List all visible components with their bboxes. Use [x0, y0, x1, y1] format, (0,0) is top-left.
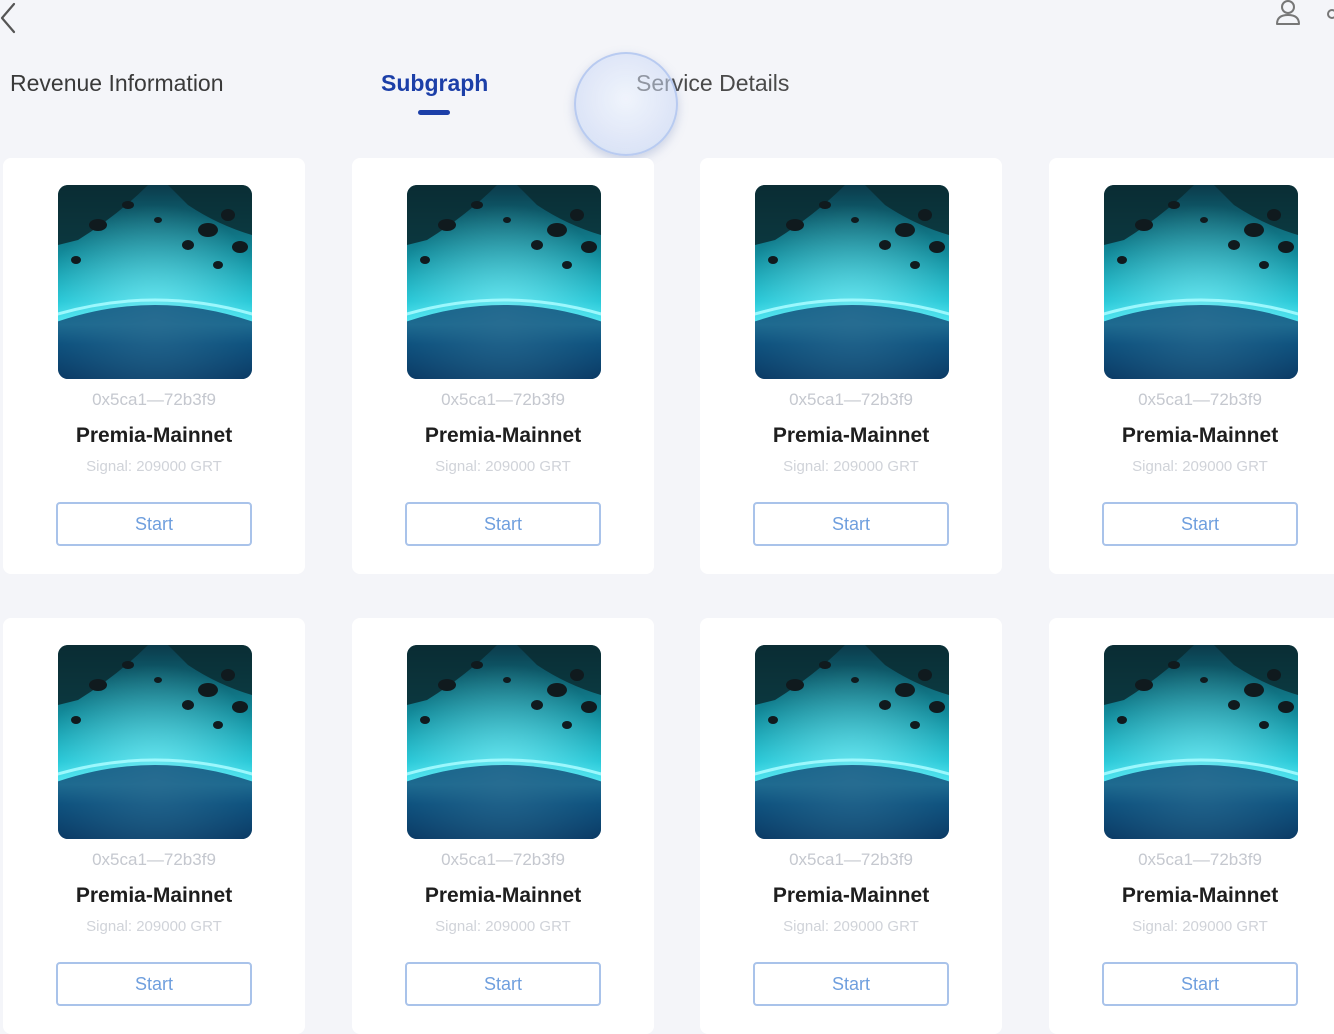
subgraph-thumbnail-image: [58, 645, 252, 839]
more-icon[interactable]: [1322, 2, 1334, 26]
subgraph-hash: 0x5ca1—72b3f9: [1138, 390, 1262, 409]
subgraph-thumbnail-image: [755, 645, 949, 839]
subgraph-thumbnail-image: [58, 185, 252, 379]
subgraph-signal: Signal: 209000 GRT: [435, 918, 571, 935]
subgraph-name: Premia-Mainnet: [75, 884, 233, 907]
start-button[interactable]: Start: [56, 502, 252, 546]
start-button[interactable]: Start: [56, 962, 252, 1006]
subgraph-thumbnail-image: [1104, 185, 1298, 379]
subgraph-thumbnail-image: [407, 185, 601, 379]
subgraph-hash: 0x5ca1—72b3f9: [789, 390, 913, 409]
subgraph-name: Premia-Mainnet: [772, 884, 930, 907]
start-button[interactable]: Start: [753, 502, 949, 546]
subgraph-thumbnail-image: [1104, 645, 1298, 839]
active-tab-indicator: [418, 110, 450, 115]
back-chevron-icon[interactable]: [0, 0, 24, 36]
subgraph-card: 0x5ca1—72b3f9 Premia-Mainnet Signal: 209…: [352, 618, 654, 1034]
subgraph-signal: Signal: 209000 GRT: [1132, 918, 1268, 935]
start-button[interactable]: Start: [1102, 502, 1298, 546]
tab-revenue-information[interactable]: Revenue Information: [10, 70, 224, 97]
user-icon[interactable]: [1272, 0, 1304, 28]
subgraph-signal: Signal: 209000 GRT: [783, 918, 919, 935]
subgraph-name: Premia-Mainnet: [424, 424, 582, 447]
subgraph-hash: 0x5ca1—72b3f9: [441, 390, 565, 409]
subgraph-signal: Signal: 209000 GRT: [783, 458, 919, 475]
subgraph-hash: 0x5ca1—72b3f9: [92, 850, 216, 869]
subgraph-card: 0x5ca1—72b3f9 Premia-Mainnet Signal: 209…: [700, 158, 1002, 574]
subgraph-hash: 0x5ca1—72b3f9: [1138, 850, 1262, 869]
subgraph-hash: 0x5ca1—72b3f9: [789, 850, 913, 869]
subgraph-card: 0x5ca1—72b3f9 Premia-Mainnet Signal: 209…: [1049, 158, 1334, 574]
subgraph-name: Premia-Mainnet: [1121, 424, 1279, 447]
tab-bar: Revenue Information Subgraph Service Det…: [0, 60, 900, 120]
start-button[interactable]: Start: [405, 962, 601, 1006]
touch-indicator: [574, 52, 678, 156]
subgraph-card: 0x5ca1—72b3f9 Premia-Mainnet Signal: 209…: [352, 158, 654, 574]
subgraph-name: Premia-Mainnet: [75, 424, 233, 447]
subgraph-name: Premia-Mainnet: [772, 424, 930, 447]
start-button[interactable]: Start: [753, 962, 949, 1006]
subgraph-signal: Signal: 209000 GRT: [86, 918, 222, 935]
subgraph-thumbnail-image: [407, 645, 601, 839]
subgraph-name: Premia-Mainnet: [424, 884, 582, 907]
subgraph-name: Premia-Mainnet: [1121, 884, 1279, 907]
subgraph-card: 0x5ca1—72b3f9 Premia-Mainnet Signal: 209…: [1049, 618, 1334, 1034]
subgraph-signal: Signal: 209000 GRT: [86, 458, 222, 475]
subgraph-card: 0x5ca1—72b3f9 Premia-Mainnet Signal: 209…: [3, 618, 305, 1034]
subgraph-signal: Signal: 209000 GRT: [435, 458, 571, 475]
subgraph-signal: Signal: 209000 GRT: [1132, 458, 1268, 475]
subgraph-hash: 0x5ca1—72b3f9: [441, 850, 565, 869]
tab-subgraph[interactable]: Subgraph: [381, 70, 488, 97]
subgraph-card: 0x5ca1—72b3f9 Premia-Mainnet Signal: 209…: [3, 158, 305, 574]
subgraph-card: 0x5ca1—72b3f9 Premia-Mainnet Signal: 209…: [700, 618, 1002, 1034]
start-button[interactable]: Start: [1102, 962, 1298, 1006]
subgraph-hash: 0x5ca1—72b3f9: [92, 390, 216, 409]
subgraph-thumbnail-image: [755, 185, 949, 379]
start-button[interactable]: Start: [405, 502, 601, 546]
